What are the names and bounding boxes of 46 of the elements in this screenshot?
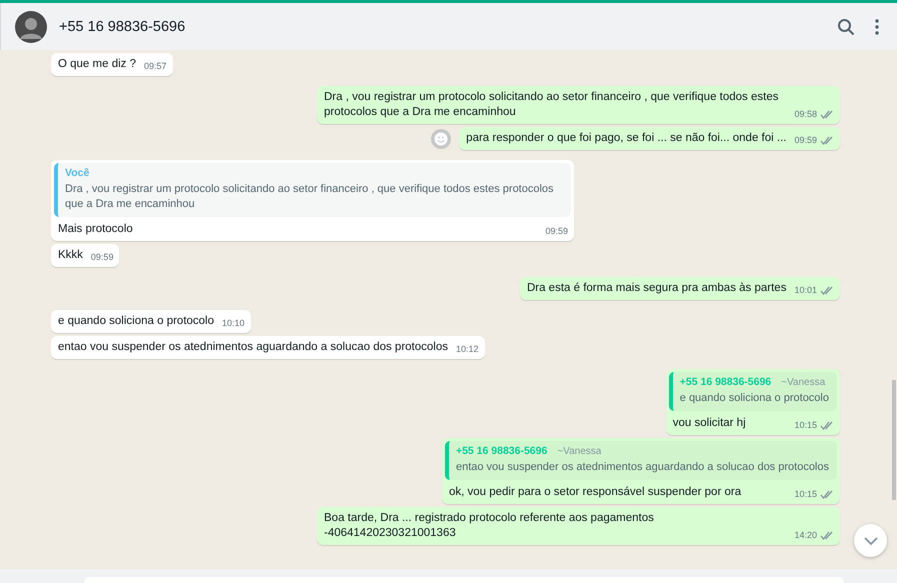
message-time: 10:15 bbox=[794, 488, 817, 501]
quoted-message[interactable]: +55 16 98836-5696 ~Vanessa entao vou suspender os atednimentos aguardando a solucao dos protocolos bbox=[444, 441, 837, 480]
message-time: 09:59 bbox=[545, 225, 568, 238]
quote-author: +55 16 98836-5696 bbox=[680, 376, 772, 389]
scrollbar[interactable] bbox=[892, 380, 896, 500]
quote-alias: ~Vanessa bbox=[557, 445, 602, 458]
message-text: vou solicitar hj bbox=[672, 416, 747, 431]
avatar[interactable] bbox=[15, 10, 47, 42]
emoji-button[interactable] bbox=[431, 128, 452, 148]
message-time: 10:12 bbox=[456, 343, 479, 356]
message-text: entao vou suspender os atednimentos aguardando a solucao dos protocolos bbox=[58, 340, 448, 355]
message-text: O que me diz ? bbox=[58, 57, 136, 72]
quote-author: Você bbox=[65, 167, 90, 180]
contact-name: +55 16 98836-5696 bbox=[59, 18, 186, 34]
quoted-message[interactable]: Você Dra , vou registrar um protocolo solicitando ao setor financeiro , que verifique todos estes protocolos que a Dra me encaminhou bbox=[54, 163, 571, 217]
quote-text: e quando soliciona o protocolo bbox=[680, 391, 829, 406]
message-time: 14:20 bbox=[794, 529, 817, 542]
double-check-icon bbox=[820, 490, 834, 499]
quoted-message[interactable]: +55 16 98836-5696 ~Vanessa e quando soliciona o protocolo bbox=[668, 372, 837, 411]
message-time: 10:10 bbox=[222, 317, 245, 330]
message-time: 09:59 bbox=[794, 134, 817, 147]
message-time: 10:15 bbox=[794, 419, 817, 432]
message-text: Kkkk bbox=[58, 248, 83, 263]
double-check-icon bbox=[820, 531, 834, 540]
message-text: para responder o que foi pago, se foi ... se não foi... onde foi ... bbox=[466, 131, 786, 146]
chevron-down-icon bbox=[864, 536, 878, 544]
message-time: 09:58 bbox=[794, 108, 817, 121]
double-check-icon bbox=[820, 421, 834, 430]
quote-text: entao vou suspender os atednimentos aguardando a solucao dos protocolos bbox=[456, 460, 829, 475]
double-check-icon bbox=[820, 110, 834, 119]
scroll-down-button[interactable] bbox=[854, 524, 887, 557]
message-text: Dra esta é forma mais segura pra ambas às partes bbox=[526, 281, 786, 296]
double-check-icon bbox=[820, 286, 834, 295]
message-text: Mais protocolo bbox=[58, 222, 134, 237]
message-time: 09:57 bbox=[144, 60, 167, 73]
message-time: 09:59 bbox=[90, 251, 114, 264]
quote-alias: ~Vanessa bbox=[781, 376, 826, 389]
smiley-icon bbox=[434, 132, 448, 146]
quote-author: +55 16 98836-5696 bbox=[456, 445, 548, 458]
message-text: Dra , vou registrar um protocolo solicitando ao setor financeiro , que verifique todos estes protocolos que a Dra me encaminhou bbox=[324, 90, 780, 120]
message-text: e quando soliciona o protocolo bbox=[58, 314, 214, 329]
message-text: Boa tarde, Dra ... registrado protocolo referente aos pagamentos -40641420230321001363 bbox=[324, 511, 655, 541]
double-check-icon bbox=[820, 136, 834, 145]
message-text: ok, vou pedir para o setor responsável suspender por ora bbox=[448, 485, 742, 500]
message-time: 10:01 bbox=[794, 284, 817, 297]
quote-text: Dra , vou registrar um protocolo solicitando ao setor financeiro , que verifique todos estes protocolos que a Dra me encaminhou bbox=[65, 182, 555, 212]
